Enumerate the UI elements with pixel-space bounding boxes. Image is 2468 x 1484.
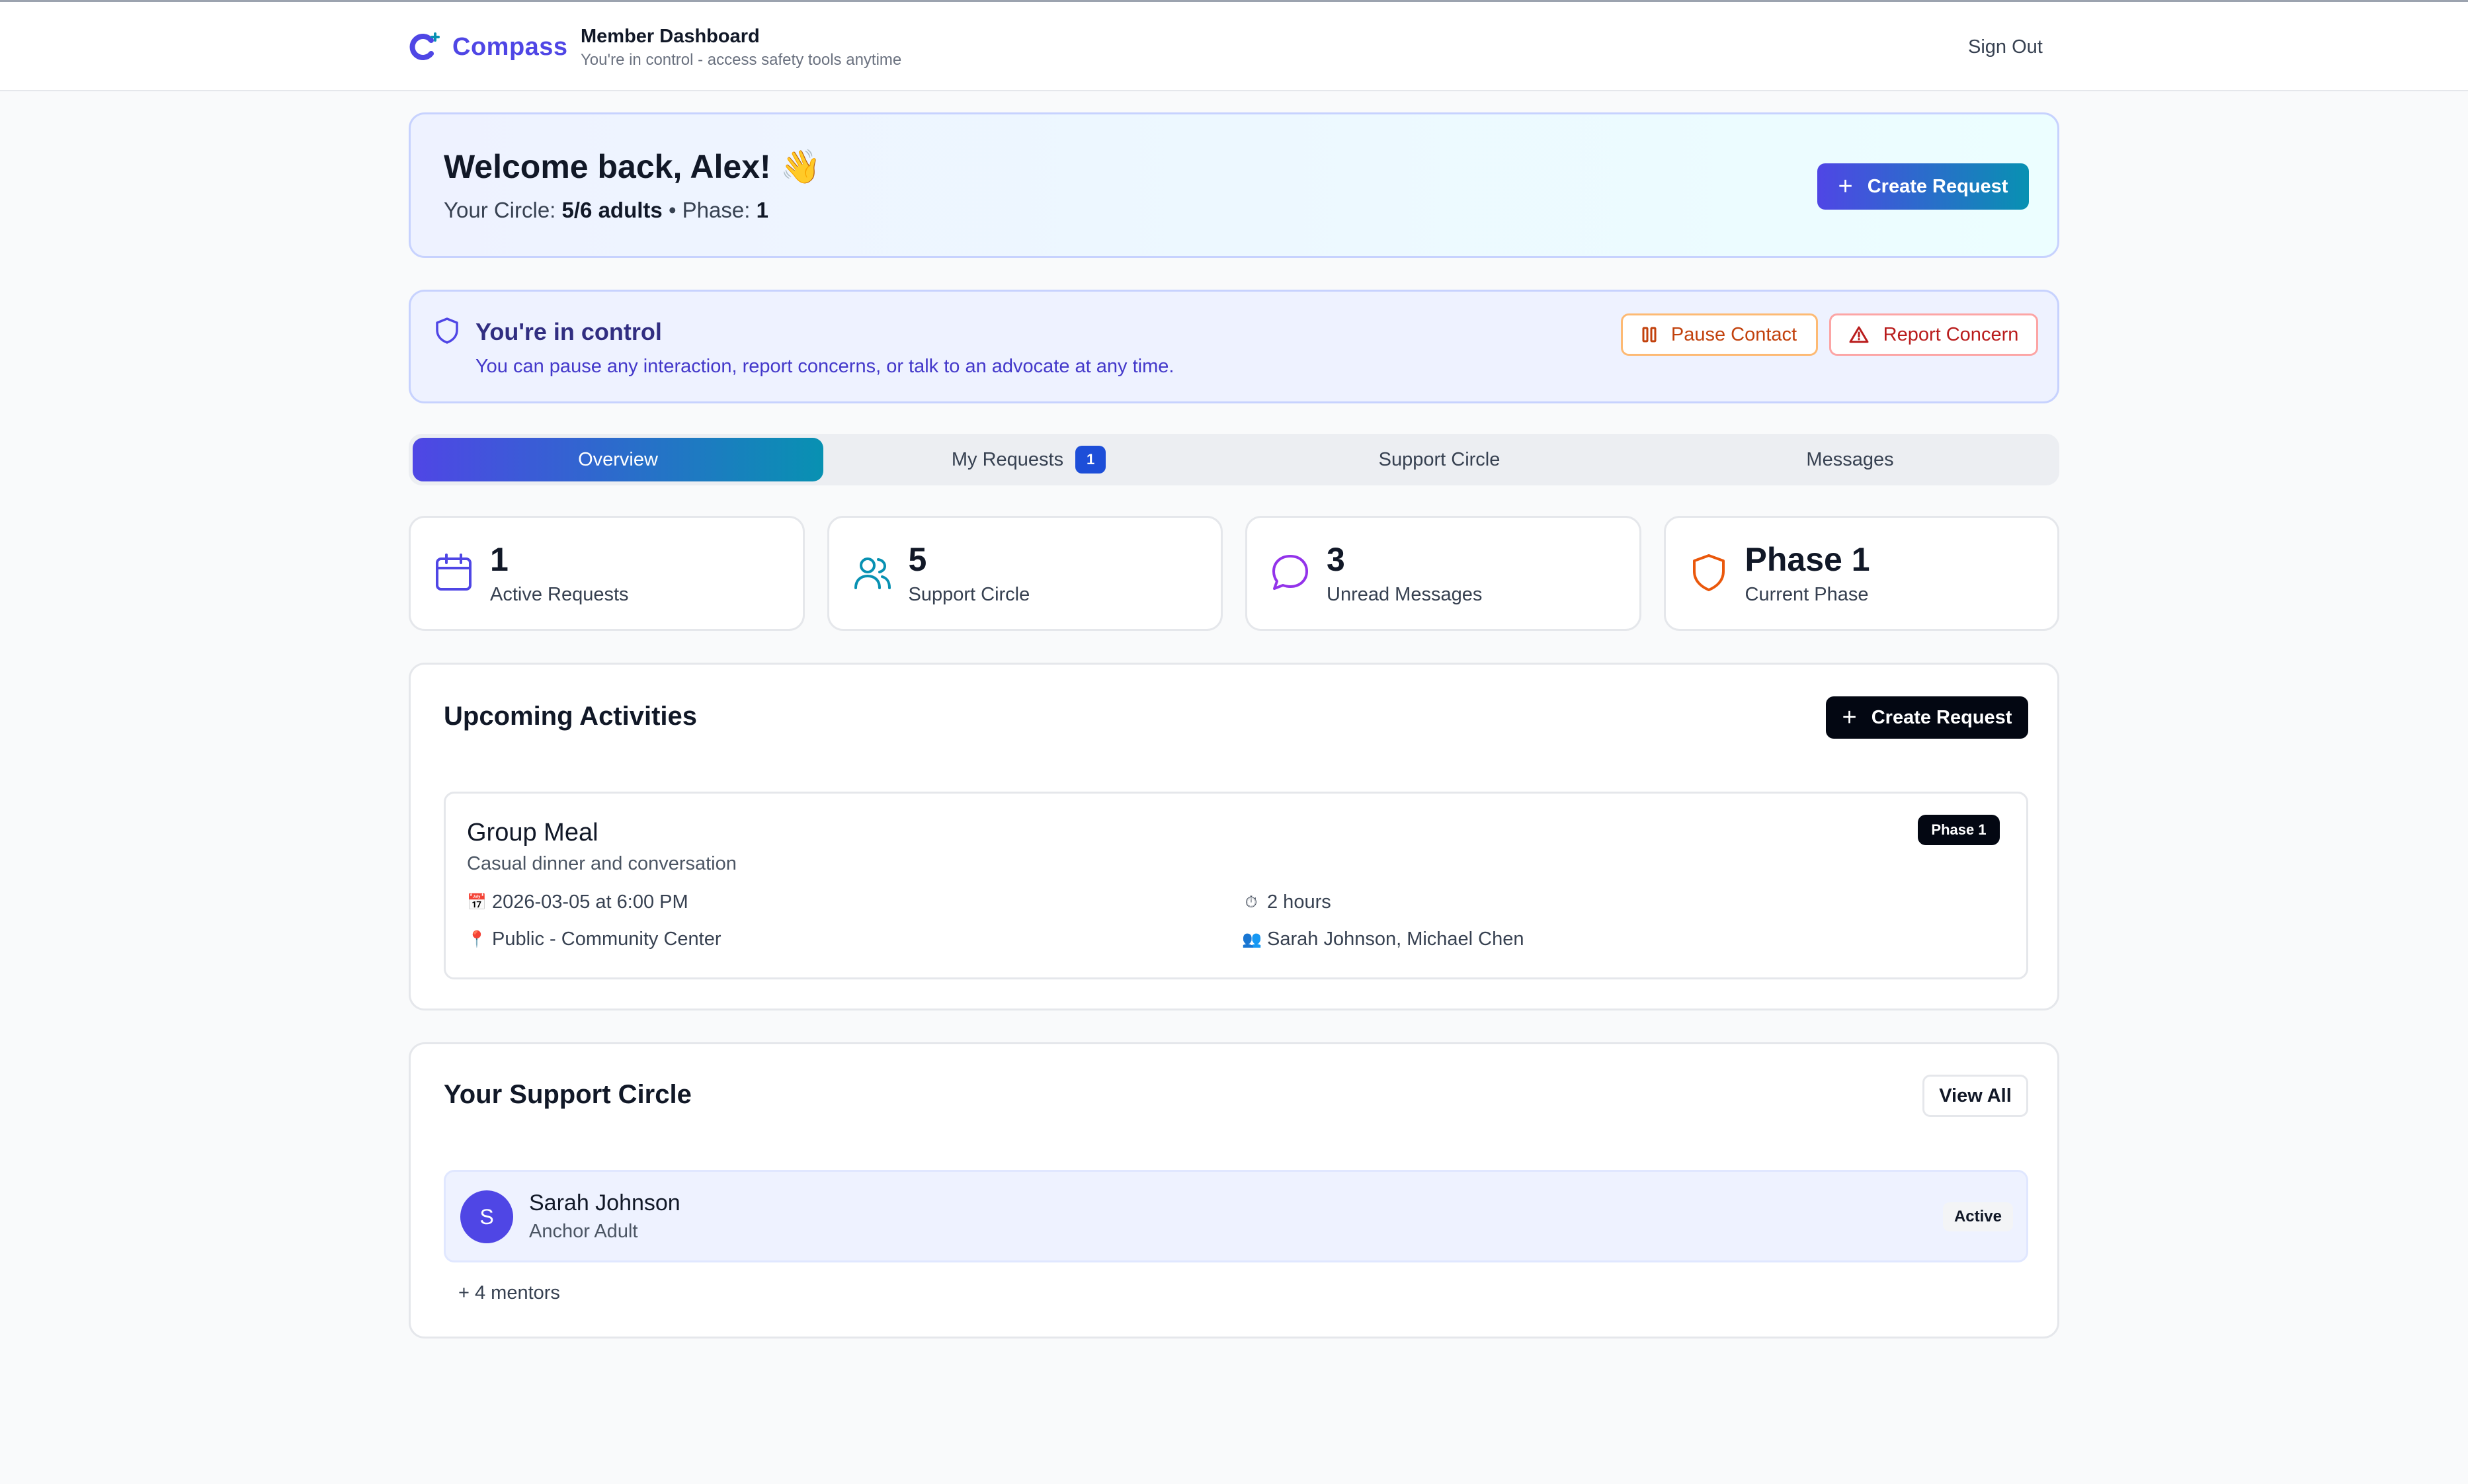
tab-label: My Requests: [951, 448, 1064, 470]
separator-dot: •: [668, 198, 677, 222]
activity-location-text: Public - Community Center: [492, 928, 721, 950]
stat-label: Active Requests: [490, 584, 629, 605]
stats-row: 1 Active Requests 5 Support Circle 3 Unr…: [409, 516, 2059, 631]
control-text: You can pause any interaction, report co…: [475, 356, 1174, 377]
stat-label: Unread Messages: [1327, 584, 1483, 605]
report-concern-label: Report Concern: [1883, 323, 2019, 345]
tab-my-requests[interactable]: My Requests 1: [823, 438, 1234, 481]
circle-member-row[interactable]: S Sarah Johnson Anchor Adult Active: [444, 1170, 2028, 1262]
phase-value: 1: [756, 198, 768, 222]
shield-icon: [1692, 554, 1725, 591]
message-icon: [1272, 555, 1308, 590]
section-title: Upcoming Activities: [444, 702, 698, 731]
activity-date-text: 2026-03-05 at 6:00 PM: [492, 891, 688, 913]
stat-label: Support Circle: [908, 584, 1030, 605]
top-bar: Compass Member Dashboard You're in contr…: [0, 0, 2468, 91]
create-request-button[interactable]: + Create Request: [1826, 696, 2028, 739]
tab-messages[interactable]: Messages: [1645, 438, 2055, 481]
control-title: You're in control: [475, 318, 662, 345]
support-circle-card: Your Support Circle View All S Sarah Joh…: [409, 1042, 2059, 1339]
stat-value: 3: [1327, 541, 1345, 578]
section-title: Your Support Circle: [444, 1080, 692, 1109]
plus-icon: +: [1838, 173, 1853, 200]
page-subtitle: You're in control - access safety tools …: [581, 51, 902, 69]
stat-label: Current Phase: [1745, 584, 1869, 605]
stat-value: 1: [490, 541, 509, 578]
activity-attendees-text: Sarah Johnson, Michael Chen: [1267, 928, 1524, 950]
stat-card-support-circle: 5 Support Circle: [827, 516, 1223, 631]
tab-overview[interactable]: Overview: [413, 438, 823, 481]
pause-contact-label: Pause Contact: [1670, 323, 1797, 345]
page-title: Member Dashboard: [581, 26, 760, 47]
create-request-button[interactable]: + Create Request: [1817, 163, 2029, 210]
circle-value: 5/6 adults: [561, 198, 663, 222]
create-request-label: Create Request: [1867, 175, 2008, 197]
requests-count-badge: 1: [1075, 446, 1106, 474]
stat-value: 5: [908, 541, 927, 578]
member-name: Sarah Johnson: [529, 1190, 680, 1216]
pause-icon: [1642, 327, 1657, 343]
phase-label: Phase:: [682, 198, 751, 222]
report-concern-button[interactable]: Report Concern: [1829, 313, 2038, 356]
circle-summary: Your Circle: 5/6 adults • Phase: 1: [444, 198, 768, 223]
pin-icon: 📍: [467, 930, 487, 948]
calendar-icon: [436, 554, 472, 591]
tab-label: Messages: [1806, 448, 1894, 470]
calendar-icon: 📅: [467, 893, 487, 911]
upcoming-activities-card: Upcoming Activities + Create Request Gro…: [409, 663, 2059, 1010]
timer-icon: ⏱: [1245, 893, 1258, 911]
activity-attendees: 👥 Sarah Johnson, Michael Chen: [1242, 928, 1524, 950]
welcome-greeting: Welcome back, Alex! 👋: [444, 148, 821, 185]
activity-location: 📍 Public - Community Center: [467, 928, 721, 950]
activity-duration: ⏱ 2 hours: [1242, 891, 1331, 913]
circle-label: Your Circle:: [444, 198, 556, 222]
stat-card-active-requests: 1 Active Requests: [409, 516, 805, 631]
shield-icon: [436, 317, 458, 344]
tab-support-circle[interactable]: Support Circle: [1234, 438, 1645, 481]
sign-out-button[interactable]: Sign Out: [1968, 36, 2043, 58]
avatar: S: [460, 1190, 513, 1243]
activity-title: Group Meal: [467, 819, 598, 846]
create-request-label: Create Request: [1871, 706, 2012, 728]
tab-label: Support Circle: [1378, 448, 1501, 470]
activity-duration-text: 2 hours: [1267, 891, 1331, 913]
stat-card-current-phase: Phase 1 Current Phase: [1663, 516, 2059, 631]
view-all-button[interactable]: View All: [1922, 1075, 2028, 1117]
stat-value: Phase 1: [1745, 541, 1870, 578]
activity-description: Casual dinner and conversation: [467, 853, 737, 874]
welcome-banner: Welcome back, Alex! 👋 Your Circle: 5/6 a…: [409, 112, 2059, 258]
activity-item[interactable]: Group Meal Casual dinner and conversatio…: [444, 792, 2028, 979]
activity-date: 📅 2026-03-05 at 6:00 PM: [467, 891, 688, 913]
warning-icon: [1849, 326, 1869, 343]
control-banner: You're in control You can pause any inte…: [409, 290, 2059, 403]
status-badge: Active: [1943, 1202, 2013, 1231]
brand-name: Compass: [452, 32, 568, 61]
tab-bar: Overview My Requests 1 Support Circle Me…: [409, 434, 2059, 485]
brand[interactable]: Compass: [409, 31, 568, 63]
people-icon: 👥: [1242, 930, 1262, 948]
phase-badge: Phase 1: [1918, 815, 2000, 845]
pause-contact-button[interactable]: Pause Contact: [1621, 313, 1818, 356]
member-role: Anchor Adult: [529, 1221, 638, 1242]
tab-label: Overview: [578, 448, 658, 470]
more-mentors-text: + 4 mentors: [458, 1282, 560, 1303]
compass-logo-icon: [409, 32, 440, 60]
users-icon: [854, 557, 891, 589]
plus-icon: +: [1842, 704, 1857, 731]
stat-card-unread-messages: 3 Unread Messages: [1245, 516, 1641, 631]
